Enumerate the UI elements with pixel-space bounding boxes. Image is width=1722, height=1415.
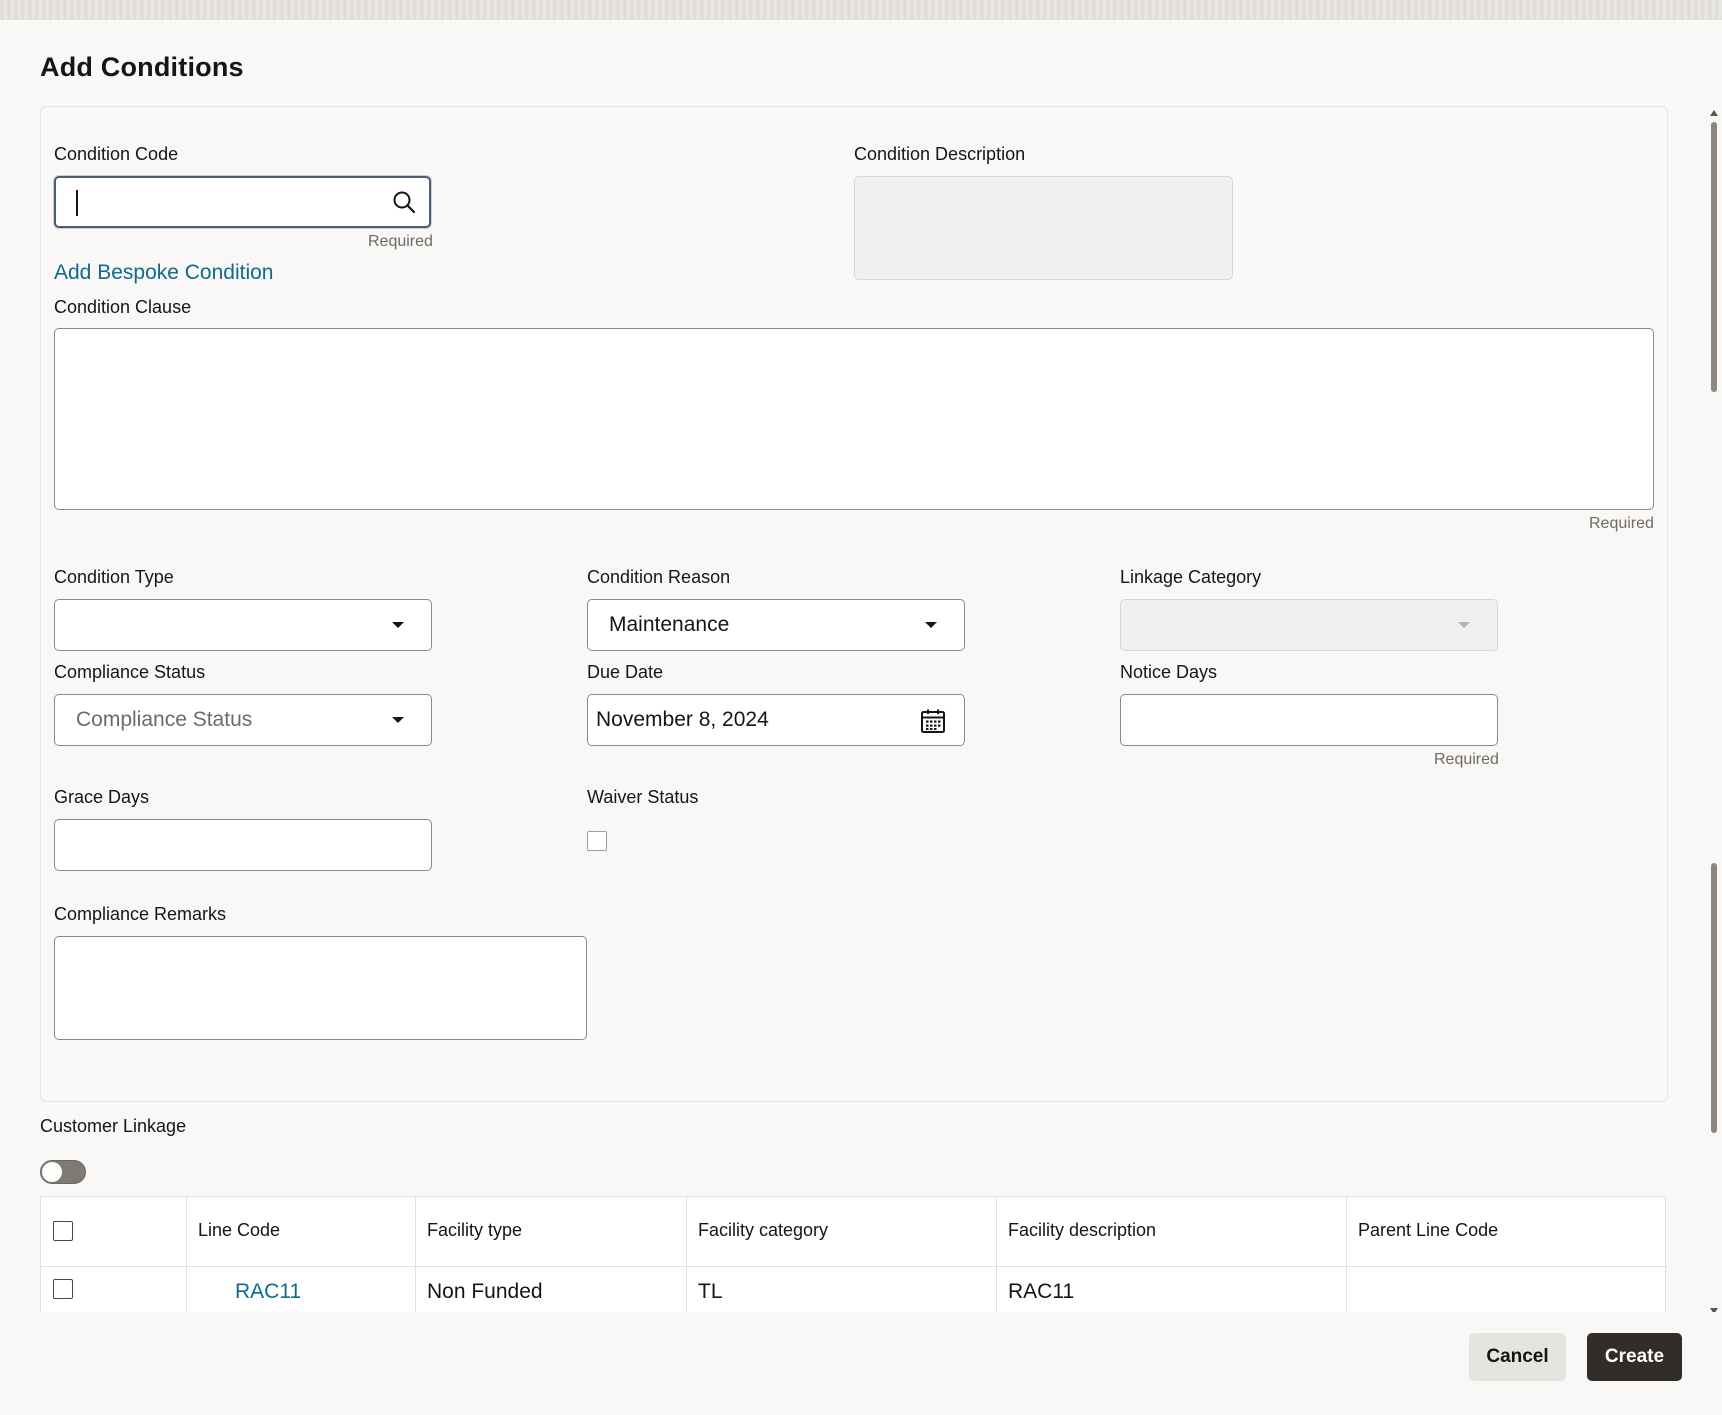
facility-type-value: Non Funded [427, 1280, 543, 1303]
cell-parent-line-code [1347, 1267, 1667, 1312]
vertical-scrollbar[interactable] [1708, 108, 1720, 1316]
row-select-cell [41, 1267, 187, 1312]
facility-table: Line Code Facility type Facility categor… [40, 1196, 1667, 1312]
search-icon[interactable] [392, 190, 416, 219]
due-date-value: November 8, 2024 [596, 708, 769, 731]
notice-days-input[interactable] [1120, 694, 1498, 746]
condition-clause-textarea[interactable] [54, 328, 1654, 510]
condition-reason-value: Maintenance [609, 613, 730, 636]
column-header-line-code[interactable]: Line Code [187, 1197, 416, 1267]
background-strip [0, 0, 1722, 20]
dialog-footer: Cancel Create [0, 1312, 1722, 1415]
cell-facility-description: RAC11 [997, 1267, 1347, 1312]
text-cursor [76, 190, 78, 216]
dialog-title: Add Conditions [40, 52, 244, 82]
column-header-label: Facility category [698, 1220, 829, 1240]
notice-days-required: Required [1434, 751, 1499, 768]
compliance-remarks-label: Compliance Remarks [54, 904, 227, 924]
condition-clause-label: Condition Clause [54, 297, 192, 317]
scroll-up-arrow-icon[interactable] [1710, 110, 1718, 116]
chevron-down-icon [1458, 622, 1470, 628]
scrollbar-thumb-secondary[interactable] [1711, 863, 1717, 1133]
grace-days-input[interactable] [54, 819, 432, 871]
condition-details-panel: Condition Code Required Add Bespoke Cond… [40, 106, 1668, 1102]
column-header-facility-type[interactable]: Facility type [416, 1197, 687, 1267]
column-header-label: Facility type [427, 1220, 523, 1240]
condition-code-input[interactable] [54, 176, 431, 228]
customer-linkage-label: Customer Linkage [40, 1116, 187, 1136]
condition-description-label: Condition Description [854, 144, 1026, 164]
facility-description-value: RAC11 [1008, 1280, 1075, 1303]
column-header-facility-category[interactable]: Facility category [687, 1197, 997, 1267]
compliance-remarks-textarea[interactable] [54, 936, 587, 1040]
chevron-down-icon [392, 622, 404, 628]
toggle-knob [42, 1162, 62, 1182]
chevron-down-icon [925, 622, 937, 628]
grace-days-label: Grace Days [54, 787, 150, 807]
create-button[interactable]: Create [1587, 1333, 1682, 1381]
column-header-label: Facility description [1008, 1220, 1157, 1240]
cell-line-code: RAC11 [187, 1267, 416, 1312]
select-all-checkbox[interactable] [53, 1221, 73, 1241]
due-date-label: Due Date [587, 662, 664, 682]
compliance-status-placeholder: Compliance Status [76, 708, 253, 731]
linkage-category-select [1120, 599, 1498, 651]
due-date-input[interactable]: November 8, 2024 [587, 694, 965, 746]
cancel-button[interactable]: Cancel [1469, 1333, 1566, 1381]
row-select-checkbox[interactable] [53, 1279, 73, 1299]
waiver-status-checkbox[interactable] [587, 831, 607, 851]
condition-code-required: Required [368, 233, 433, 250]
cell-facility-category: TL [687, 1267, 997, 1312]
scrollbar-thumb[interactable] [1711, 122, 1717, 392]
chevron-down-icon [392, 717, 404, 723]
compliance-status-label: Compliance Status [54, 662, 206, 682]
column-header-label: Parent Line Code [1358, 1220, 1499, 1240]
line-code-link[interactable]: RAC11 [235, 1280, 301, 1304]
column-header-label: Line Code [198, 1220, 281, 1240]
calendar-icon[interactable] [920, 708, 946, 739]
customer-linkage-toggle[interactable] [40, 1160, 86, 1184]
linkage-category-label: Linkage Category [1120, 567, 1262, 587]
waiver-status-label: Waiver Status [587, 787, 699, 807]
condition-description-field [854, 176, 1233, 280]
condition-reason-select[interactable]: Maintenance [587, 599, 965, 651]
condition-type-select[interactable] [54, 599, 432, 651]
condition-clause-required: Required [1589, 515, 1654, 532]
condition-type-label: Condition Type [54, 567, 174, 587]
add-bespoke-condition-link[interactable]: Add Bespoke Condition [54, 261, 274, 285]
column-header-facility-description[interactable]: Facility description [997, 1197, 1347, 1267]
condition-reason-label: Condition Reason [587, 567, 731, 587]
dialog-content: Condition Code Required Add Bespoke Cond… [0, 100, 1722, 1312]
condition-code-label: Condition Code [54, 144, 179, 164]
notice-days-label: Notice Days [1120, 662, 1218, 682]
facility-category-value: TL [698, 1280, 723, 1303]
column-header-parent-line-code[interactable]: Parent Line Code [1347, 1197, 1667, 1267]
compliance-status-select[interactable]: Compliance Status [54, 694, 432, 746]
cell-facility-type: Non Funded [416, 1267, 687, 1312]
table-header-select [41, 1197, 187, 1267]
